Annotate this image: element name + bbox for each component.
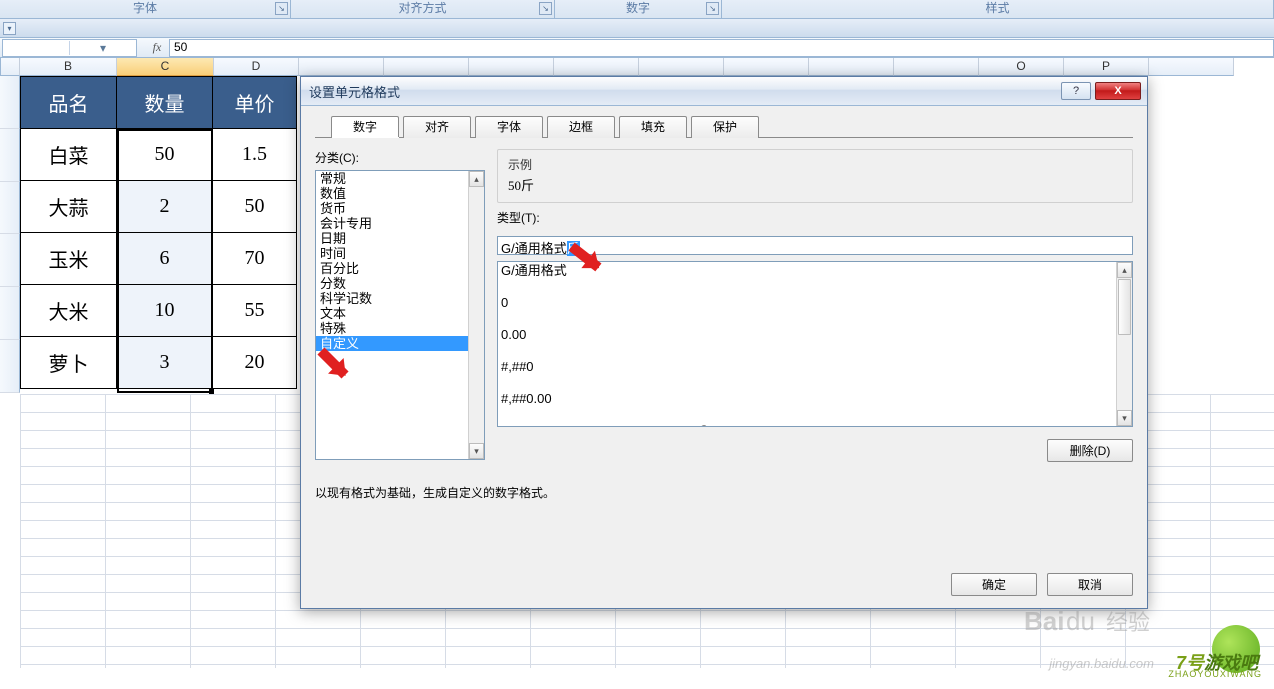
dialog-launcher-icon[interactable] bbox=[539, 2, 552, 15]
type-label: 类型(T): bbox=[497, 209, 1133, 226]
chevron-down-icon[interactable]: ▾ bbox=[69, 41, 136, 55]
formula-bar: ▾ fx 50 bbox=[0, 38, 1274, 58]
select-all-corner[interactable] bbox=[0, 58, 20, 76]
ribbon-group-font: 字体 bbox=[0, 0, 291, 18]
scroll-up-icon[interactable]: ▴ bbox=[1117, 262, 1132, 278]
list-item[interactable]: 科学记数 bbox=[316, 291, 468, 306]
list-item[interactable]: 货币 bbox=[316, 201, 468, 216]
header-qty[interactable]: 数量 bbox=[117, 77, 213, 129]
sample-value: 50斤 bbox=[508, 175, 1122, 194]
formula-input[interactable]: 50 bbox=[169, 39, 1274, 57]
col-header-B[interactable]: B bbox=[20, 58, 117, 76]
col-header-D[interactable]: D bbox=[214, 58, 299, 76]
header-price[interactable]: 单价 bbox=[213, 77, 297, 129]
table-row: 萝卜320 bbox=[21, 337, 297, 389]
format-list[interactable]: G/通用格式 0 0.00 #,##0 #,##0.00 _ * #,##0_ … bbox=[497, 261, 1133, 427]
tab-font[interactable]: 字体 bbox=[475, 116, 543, 138]
scroll-down-icon[interactable]: ▾ bbox=[469, 443, 484, 459]
format-cells-dialog: 设置单元格格式 ? X 数字 对齐 字体 边框 填充 保护 分类(C): 常规 … bbox=[300, 76, 1148, 609]
sample-box: 示例 50斤 bbox=[497, 149, 1133, 203]
tab-align[interactable]: 对齐 bbox=[403, 116, 471, 138]
dialog-title: 设置单元格格式 bbox=[307, 82, 1057, 101]
hint-text: 以现有格式为基础，生成自定义的数字格式。 bbox=[315, 484, 1133, 501]
table-row: 大蒜250 bbox=[21, 181, 297, 233]
tab-protect[interactable]: 保护 bbox=[691, 116, 759, 138]
table-row: 玉米670 bbox=[21, 233, 297, 285]
ok-button[interactable]: 确定 bbox=[951, 573, 1037, 596]
list-item[interactable]: #,##0 bbox=[501, 359, 1113, 375]
ribbon-group-labels: 字体 对齐方式 数字 样式 bbox=[0, 0, 1274, 19]
dialog-titlebar[interactable]: 设置单元格格式 ? X bbox=[301, 77, 1147, 106]
name-box[interactable]: ▾ bbox=[2, 39, 137, 57]
column-headers[interactable]: B C D O P bbox=[0, 58, 1274, 76]
type-input[interactable]: G/通用格式斤 bbox=[497, 236, 1133, 255]
ribbon-group-style: 样式 bbox=[722, 0, 1274, 18]
col-header-O[interactable]: O bbox=[979, 58, 1064, 76]
category-label: 分类(C): bbox=[315, 149, 485, 166]
cancel-button[interactable]: 取消 bbox=[1047, 573, 1133, 596]
table-header-row: 品名 数量 单价 bbox=[21, 77, 297, 129]
scroll-up-icon[interactable]: ▴ bbox=[469, 171, 484, 187]
col-header-P[interactable]: P bbox=[1064, 58, 1149, 76]
list-item[interactable]: 会计专用 bbox=[316, 216, 468, 231]
close-button[interactable]: X bbox=[1095, 82, 1141, 100]
list-item[interactable]: 0.00 bbox=[501, 327, 1113, 343]
list-item[interactable]: 0 bbox=[501, 295, 1113, 311]
list-item-selected[interactable]: 自定义 bbox=[316, 336, 468, 351]
list-item[interactable]: 数值 bbox=[316, 186, 468, 201]
list-item[interactable]: G/通用格式 bbox=[501, 263, 1113, 279]
header-name[interactable]: 品名 bbox=[21, 77, 117, 129]
quick-access-bar: ▾ bbox=[0, 19, 1274, 38]
ribbon-group-number: 数字 bbox=[555, 0, 722, 18]
category-list[interactable]: 常规 数值 货币 会计专用 日期 时间 百分比 分数 科学记数 文本 特殊 自定… bbox=[315, 170, 485, 460]
scrollbar[interactable]: ▴ ▾ bbox=[468, 171, 484, 459]
dialog-tabs: 数字 对齐 字体 边框 填充 保护 bbox=[331, 116, 1133, 138]
scroll-thumb[interactable] bbox=[1118, 279, 1131, 335]
dialog-launcher-icon[interactable] bbox=[275, 2, 288, 15]
list-item[interactable]: 特殊 bbox=[316, 321, 468, 336]
col-header-C[interactable]: C bbox=[117, 58, 214, 76]
list-item[interactable]: _ * #,##0_ ;_ * -#,##0_ ;_ * "-"_ ;_ @_ bbox=[501, 423, 1113, 426]
fx-icon[interactable]: fx bbox=[145, 40, 169, 55]
scroll-down-icon[interactable]: ▾ bbox=[1117, 410, 1132, 426]
sample-label: 示例 bbox=[508, 156, 1122, 173]
list-item[interactable]: #,##0.00 bbox=[501, 391, 1113, 407]
list-item[interactable]: 日期 bbox=[316, 231, 468, 246]
tab-fill[interactable]: 填充 bbox=[619, 116, 687, 138]
list-item[interactable]: 时间 bbox=[316, 246, 468, 261]
list-item[interactable]: 分数 bbox=[316, 276, 468, 291]
scrollbar[interactable]: ▴ ▾ bbox=[1116, 262, 1132, 426]
list-item[interactable]: 百分比 bbox=[316, 261, 468, 276]
dialog-launcher-icon[interactable] bbox=[706, 2, 719, 15]
data-table: 品名 数量 单价 白菜501.5 大蒜250 玉米670 大米1055 萝卜32… bbox=[20, 76, 297, 389]
tab-border[interactable]: 边框 bbox=[547, 116, 615, 138]
help-button[interactable]: ? bbox=[1061, 82, 1091, 100]
dropdown-icon[interactable]: ▾ bbox=[3, 22, 16, 35]
delete-button[interactable]: 删除(D) bbox=[1047, 439, 1133, 462]
table-row: 白菜501.5 bbox=[21, 129, 297, 181]
table-row: 大米1055 bbox=[21, 285, 297, 337]
row-headers[interactable] bbox=[0, 76, 20, 393]
list-item[interactable]: 文本 bbox=[316, 306, 468, 321]
ribbon-group-align: 对齐方式 bbox=[291, 0, 555, 18]
list-item[interactable]: 常规 bbox=[316, 171, 468, 186]
tab-number[interactable]: 数字 bbox=[331, 116, 399, 138]
